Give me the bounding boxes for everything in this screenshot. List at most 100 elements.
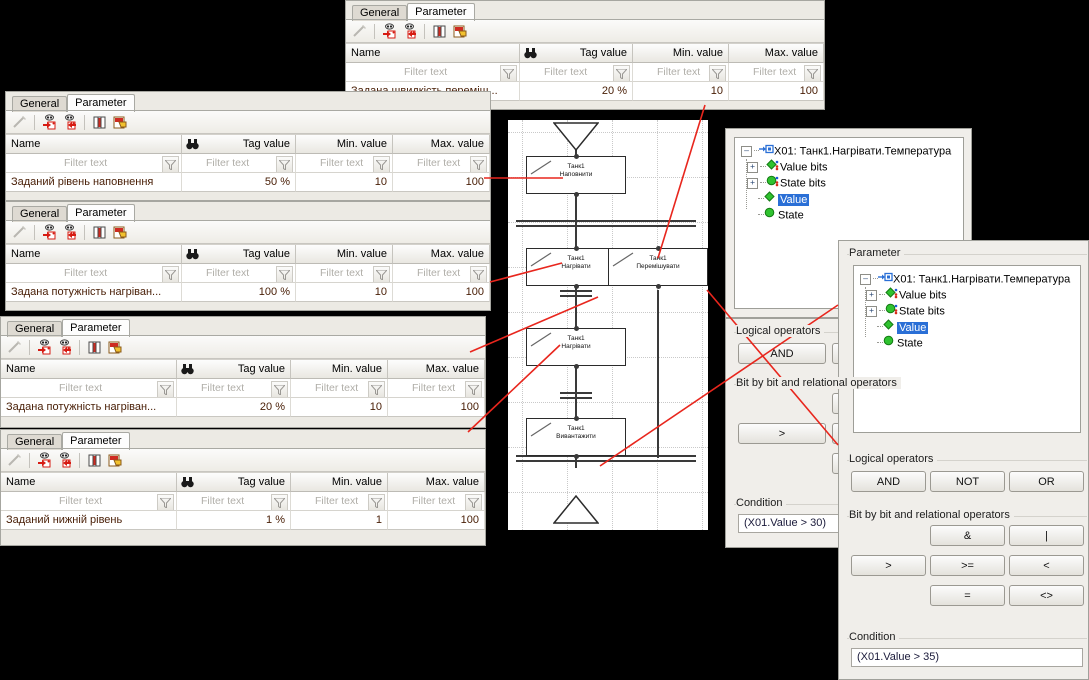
sfc-step-fill[interactable]: Танк1 Наповнити [526,156,626,194]
column-header-min-value[interactable]: Min. value [291,360,388,379]
bitand-button[interactable]: & [930,525,1005,546]
column-chooser-icon[interactable] [431,23,448,40]
collapse-minus-icon[interactable]: – [741,146,752,157]
expand-plus-icon[interactable]: + [747,178,758,189]
sfc-diagram-canvas[interactable]: Танк1 Наповнити Танк1 Нагрівати Танк1 Переміш… [508,120,708,530]
filter-cell-tag-value[interactable]: Filter text [182,264,296,283]
column-chooser-icon[interactable] [86,452,103,469]
column-chooser-icon[interactable] [86,339,103,356]
expand-plus-icon[interactable]: + [747,162,758,173]
column-header-tag-value[interactable]: Tag value [520,44,633,63]
properties-icon[interactable] [106,452,123,469]
condition-field-front[interactable]: (X01.Value > 35) [851,648,1083,667]
filter-cell-min-value[interactable]: Filter text [291,379,388,398]
filter-funnel-icon[interactable] [500,65,517,81]
column-header-min-value[interactable]: Min. value [291,473,388,492]
filter-cell-tag-value[interactable]: Filter text [520,63,633,82]
filter-cell-max-value[interactable]: Filter text [393,154,490,173]
tree-front-node-state[interactable]: State [860,335,1080,351]
filter-cell-tag-value[interactable]: Filter text [182,154,296,173]
sfc-step-mix[interactable]: Танк1 Перемішувати [608,248,708,286]
column-header-tag-value[interactable]: Tag value [177,360,291,379]
tree-front-root-node[interactable]: – X01: Танк1.Нагрівати.Температура [860,271,1080,287]
filter-funnel-icon[interactable] [157,494,174,510]
filter-funnel-icon[interactable] [368,494,385,510]
sfc-step-unload[interactable]: Танк1 Вивантажити [526,418,626,456]
filter-funnel-icon[interactable] [465,494,482,510]
column-header-min-value[interactable]: Min. value [296,245,393,264]
filter-cell-name[interactable]: Filter text [1,492,177,511]
table-row[interactable]: Задана потужність нагріван... 20 % 10 100 [1,398,485,417]
tree-back-node-state[interactable]: State [741,207,963,223]
filter-cell-max-value[interactable]: Filter text [388,492,485,511]
column-chooser-icon[interactable] [91,114,108,131]
filter-cell-max-value[interactable]: Filter text [393,264,490,283]
and-button-back[interactable]: AND [738,343,826,364]
filter-funnel-icon[interactable] [276,156,293,172]
filter-cell-min-value[interactable]: Filter text [296,264,393,283]
filter-funnel-icon[interactable] [470,156,487,172]
tree-back-node-state-bits[interactable]: + State bits [741,175,963,191]
filter-cell-max-value[interactable]: Filter text [729,63,824,82]
table-row[interactable]: Заданий рівень наповнення 50 % 10 100 [6,173,490,192]
tree-back-node-value[interactable]: Value [741,191,963,207]
import-tag-icon[interactable] [41,113,58,131]
ne-button[interactable]: <> [1009,585,1084,606]
not-button[interactable]: NOT [930,471,1005,492]
column-chooser-icon[interactable] [91,224,108,241]
column-header-name[interactable]: Name [6,135,182,154]
properties-icon[interactable] [106,339,123,356]
tree-front-node-value[interactable]: Value [860,319,1080,335]
column-header-name[interactable]: Name [6,245,182,264]
properties-icon[interactable] [111,224,128,241]
filter-cell-name[interactable]: Filter text [346,63,520,82]
filter-funnel-icon[interactable] [373,266,390,282]
filter-funnel-icon[interactable] [709,65,726,81]
expand-plus-icon[interactable]: + [866,290,877,301]
and-button[interactable]: AND [851,471,926,492]
gt-button[interactable]: > [851,555,926,576]
filter-funnel-icon[interactable] [613,65,630,81]
column-header-name[interactable]: Name [1,360,177,379]
column-header-tag-value[interactable]: Tag value [177,473,291,492]
column-header-max-value[interactable]: Max. value [393,135,490,154]
filter-cell-name[interactable]: Filter text [6,154,182,173]
import-tag-icon[interactable] [36,451,53,469]
import-tag-icon[interactable] [381,22,398,40]
eq-button[interactable]: = [930,585,1005,606]
filter-funnel-icon[interactable] [162,156,179,172]
tree-front-node-value-bits[interactable]: + Value bits [860,287,1080,303]
export-tag-icon[interactable] [56,338,73,356]
column-header-name[interactable]: Name [1,473,177,492]
sfc-transition-2[interactable] [560,392,592,399]
tag-tree-front[interactable]: – X01: Танк1.Нагрівати.Температура + Value … [853,265,1081,433]
filter-cell-name[interactable]: Filter text [6,264,182,283]
bitor-button[interactable]: | [1009,525,1084,546]
export-tag-icon[interactable] [401,22,418,40]
filter-funnel-icon[interactable] [271,381,288,397]
column-header-tag-value[interactable]: Tag value [182,245,296,264]
or-button[interactable]: OR [1009,471,1084,492]
collapse-minus-icon[interactable]: – [860,274,871,285]
table-row[interactable]: Заданий нижній рівень 1 % 1 100 [1,511,485,530]
export-tag-icon[interactable] [56,451,73,469]
filter-cell-min-value[interactable]: Filter text [291,492,388,511]
properties-icon[interactable] [451,23,468,40]
sfc-transition-1[interactable] [560,290,592,297]
properties-icon[interactable] [111,114,128,131]
column-header-tag-value[interactable]: Tag value [182,135,296,154]
filter-funnel-icon[interactable] [373,156,390,172]
export-tag-icon[interactable] [61,113,78,131]
filter-funnel-icon[interactable] [162,266,179,282]
filter-funnel-icon[interactable] [804,65,821,81]
filter-cell-tag-value[interactable]: Filter text [177,492,291,511]
filter-funnel-icon[interactable] [470,266,487,282]
table-row[interactable]: Задана потужність нагріван... 100 % 10 100 [6,283,490,302]
filter-cell-min-value[interactable]: Filter text [633,63,729,82]
gt-button-back[interactable]: > [738,423,826,444]
import-tag-icon[interactable] [36,338,53,356]
export-tag-icon[interactable] [61,223,78,241]
filter-funnel-icon[interactable] [465,381,482,397]
filter-cell-name[interactable]: Filter text [1,379,177,398]
filter-funnel-icon[interactable] [271,494,288,510]
